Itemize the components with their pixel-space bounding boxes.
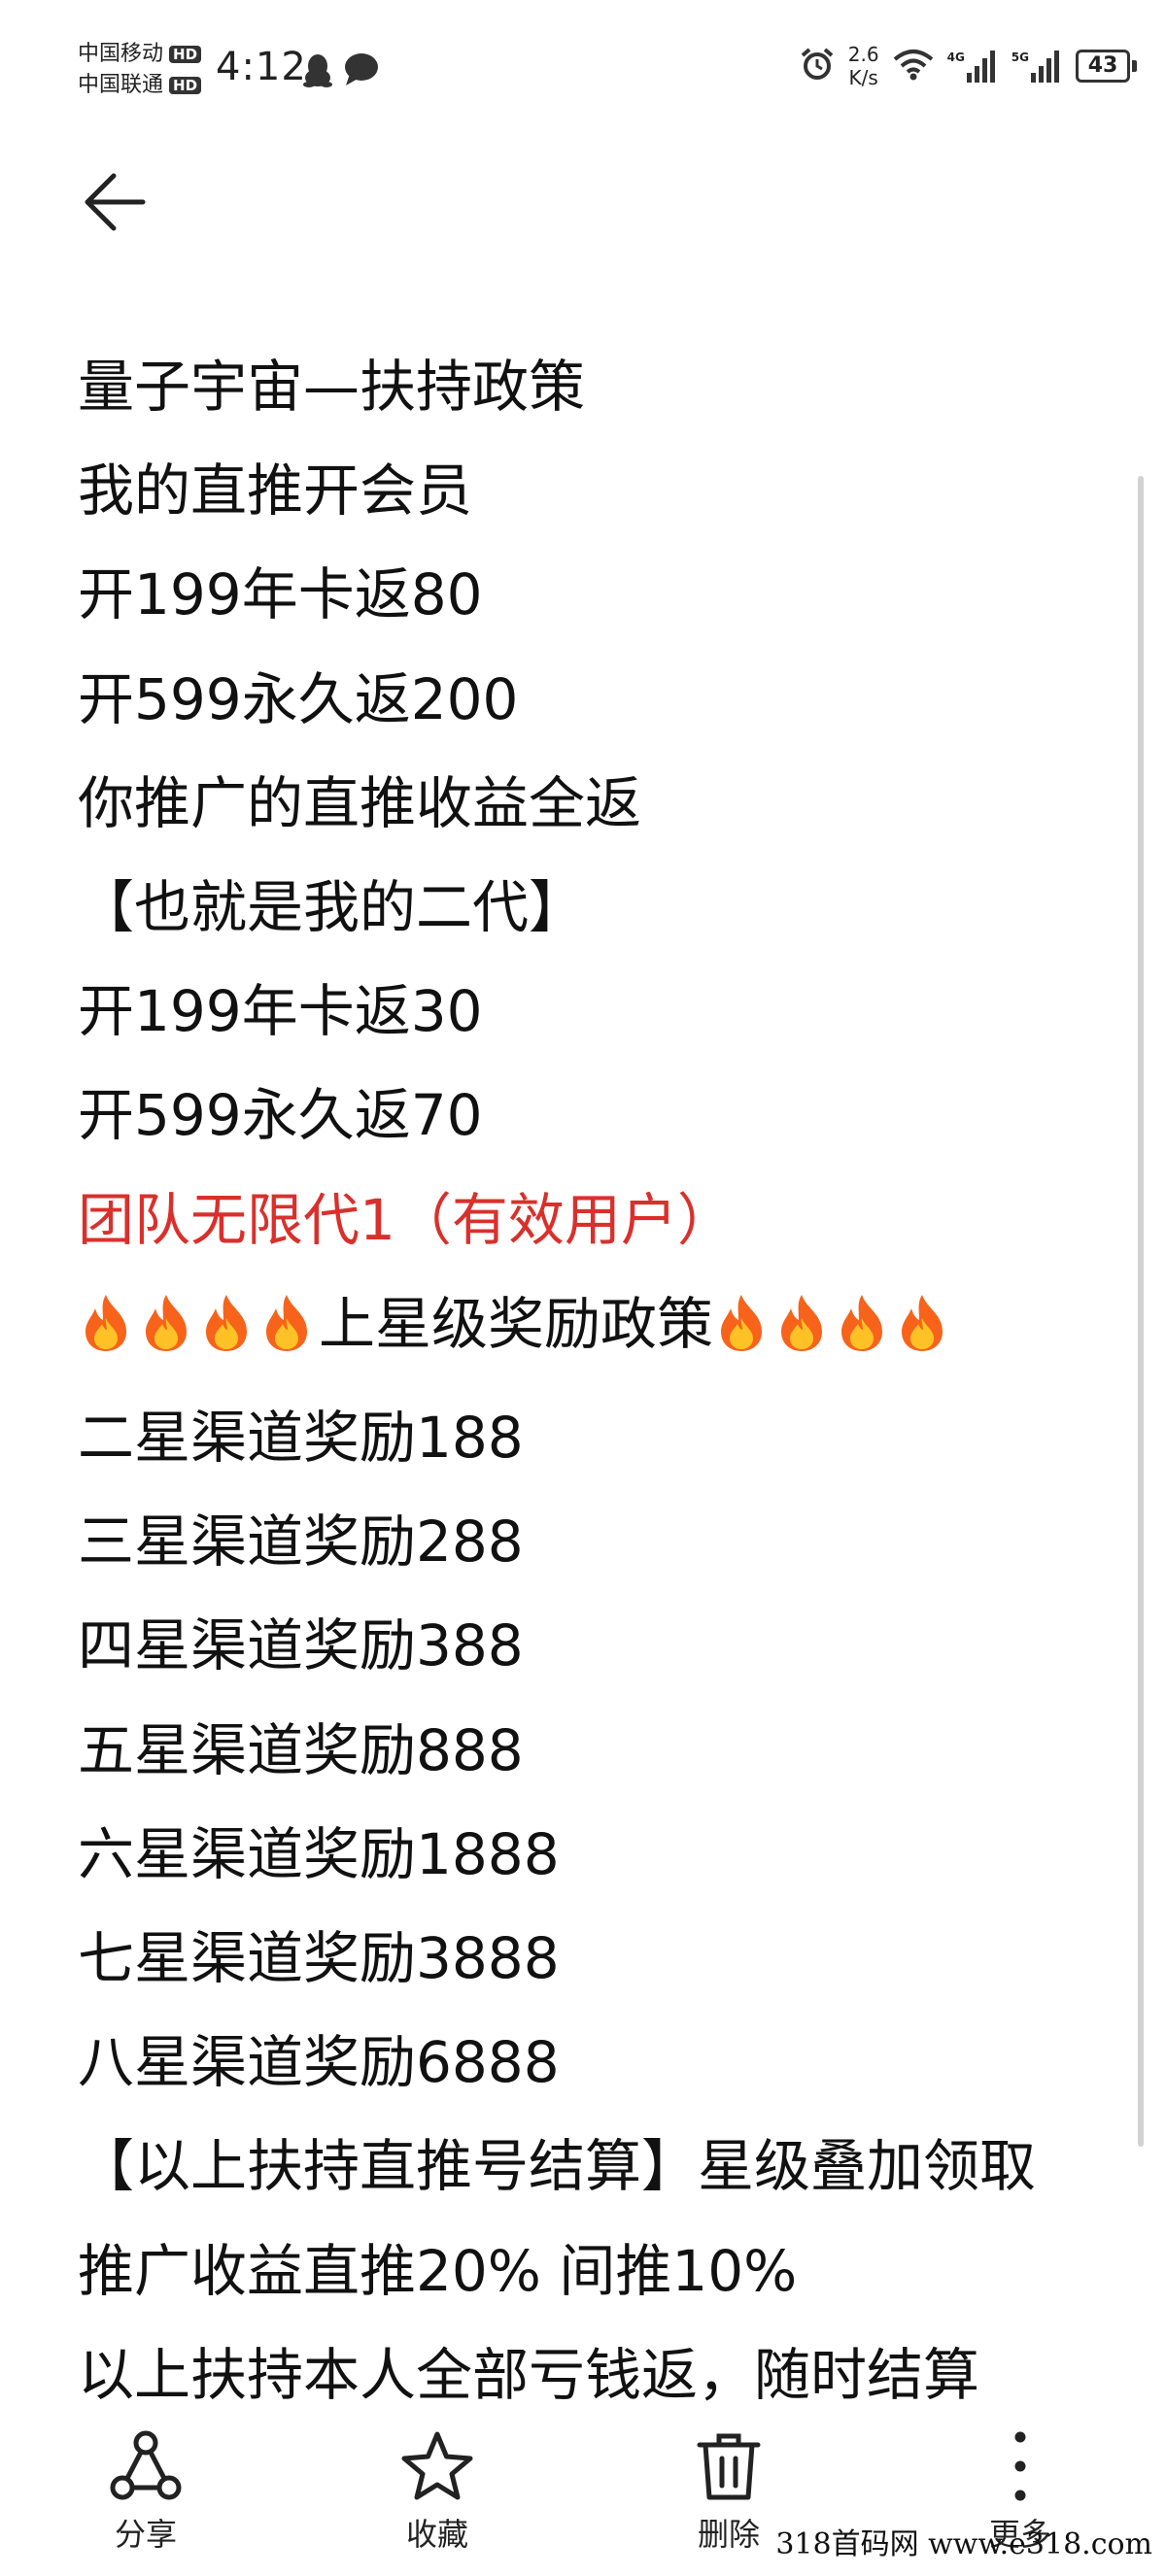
wifi-icon <box>893 48 934 85</box>
content-line-7: 开199年卡返30 <box>78 978 483 1045</box>
favorite-label: 收藏 <box>405 2516 468 2553</box>
arrow-left-icon <box>85 173 146 231</box>
content-line-19: 推广收益直推20% 间推10% <box>78 2237 798 2304</box>
status-bar: 中国移动 HD 中国联通 HD 4:12 2.6 K/s 4G 5G 43 <box>0 0 1166 146</box>
fire-icon <box>834 1282 890 1386</box>
hd-badge-1: HD <box>169 46 202 63</box>
carrier-name-2: 中国联通 <box>78 73 164 97</box>
content-line-18: 【以上扶持直推号结算】星级叠加领取 <box>78 2133 1037 2200</box>
star-policy-line: 上星级奖励政策 <box>78 1272 1108 1386</box>
watermark: 318首码网 www.e318.com <box>775 2527 1152 2561</box>
content-line-2: 我的直推开会员 <box>78 458 473 525</box>
fire-icon <box>713 1282 770 1386</box>
carrier-info: 中国移动 HD 中国联通 HD <box>78 39 202 101</box>
signal-1: 4G <box>947 50 998 83</box>
content-line-5: 你推广的直推收益全返 <box>78 769 642 836</box>
favorite-button[interactable]: 收藏 <box>360 2423 515 2555</box>
signal-bars-icon <box>966 51 995 83</box>
content-line-12: 三星渠道奖励288 <box>78 1508 524 1576</box>
chat-bubble-icon <box>344 52 379 91</box>
share-button[interactable]: 分享 <box>68 2423 223 2555</box>
fire-icon <box>198 1282 255 1386</box>
signal-2-tag: 5G <box>1011 51 1029 64</box>
note-content: 量子宇宙—扶持政策 我的直推开会员 开199年卡返80 开599永久返200 你… <box>78 335 1108 2427</box>
hd-badge-2: HD <box>169 77 202 94</box>
battery-level: 43 <box>1076 50 1130 83</box>
net-speed-unit: K/s <box>848 66 878 89</box>
content-line-17: 八星渠道奖励6888 <box>78 2029 560 2096</box>
fire-icon <box>773 1282 830 1386</box>
status-right-group: 2.6 K/s 4G 5G 43 <box>800 43 1137 89</box>
content-line-4: 开599永久返200 <box>78 665 519 732</box>
signal-2: 5G <box>1012 50 1062 83</box>
carrier-name-1: 中国移动 <box>78 42 164 66</box>
share-icon <box>110 2430 182 2500</box>
content-line-15: 六星渠道奖励1888 <box>78 1820 560 1887</box>
qq-penguin-icon <box>303 52 332 91</box>
battery-tip <box>1132 60 1137 72</box>
content-line-team-highlight: 团队无限代1（有效用户） <box>78 1186 734 1253</box>
share-label: 分享 <box>114 2516 177 2553</box>
fire-icon <box>258 1282 315 1386</box>
notification-icons <box>303 52 379 91</box>
content-line-16: 七星渠道奖励3888 <box>78 1925 560 1992</box>
content-line-13: 四星渠道奖励388 <box>78 1612 524 1679</box>
fire-icon <box>894 1282 950 1386</box>
more-vertical-icon <box>1014 2431 1026 2501</box>
signal-1-tag: 4G <box>946 51 965 64</box>
status-time: 4:12 <box>216 45 307 89</box>
star-icon <box>401 2431 473 2500</box>
fire-icon <box>138 1282 194 1386</box>
vertical-scrollbar[interactable] <box>1138 476 1144 2147</box>
content-line-1: 量子宇宙—扶持政策 <box>78 354 586 420</box>
content-line-14: 五星渠道奖励888 <box>78 1716 524 1783</box>
content-line-11: 二星渠道奖励188 <box>78 1405 524 1472</box>
battery-icon: 43 <box>1076 50 1137 83</box>
network-speed: 2.6 K/s <box>848 43 879 89</box>
alarm-clock-icon <box>800 47 835 85</box>
fire-icon <box>78 1282 134 1386</box>
content-line-3: 开199年卡返80 <box>78 561 483 628</box>
star-policy-title: 上星级奖励政策 <box>319 1290 714 1357</box>
net-speed-value: 2.6 <box>847 43 879 66</box>
trash-icon <box>697 2433 761 2500</box>
content-line-8: 开599永久返70 <box>78 1082 483 1149</box>
content-line-6: 【也就是我的二代】 <box>78 874 586 941</box>
bottom-toolbar: 分享 收藏 删除 更多 318首码网 www.e318.com <box>0 2409 1166 2576</box>
signal-bars-icon <box>1031 51 1059 83</box>
back-button[interactable] <box>76 163 154 241</box>
